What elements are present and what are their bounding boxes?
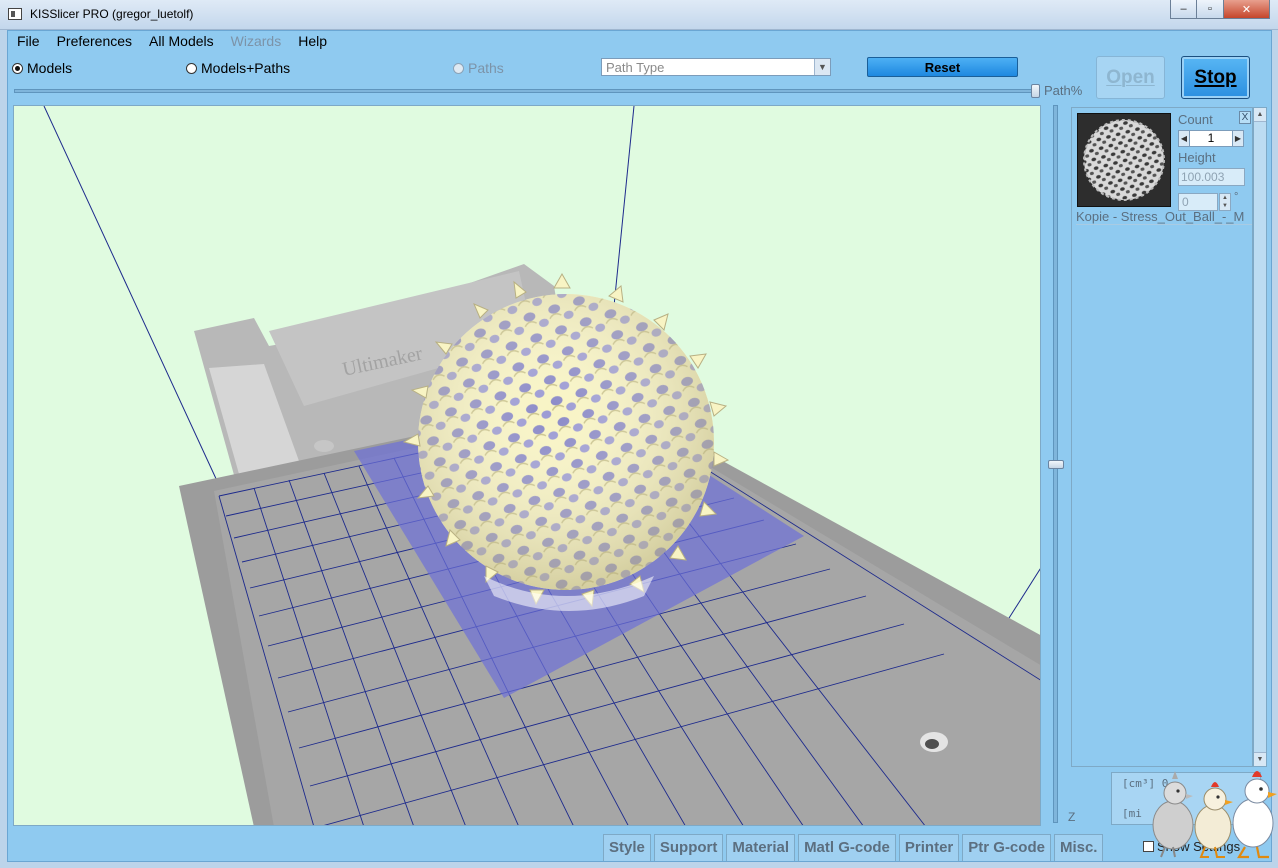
app-icon[interactable] [8,8,22,20]
increment-icon[interactable]: ▶ [1232,130,1244,147]
model-list-scrollbar[interactable]: ▲ ▼ [1253,107,1267,767]
tab-ptr-gcode[interactable]: Ptr G-code [962,834,1051,861]
chevron-down-icon[interactable]: ▼ [814,59,830,75]
radio-models-label: Models [27,60,73,76]
slider-thumb[interactable] [1031,84,1040,98]
chicken-mascot-cream [1194,782,1233,858]
spin-up-icon[interactable]: ▲ [1222,195,1228,201]
reset-button[interactable]: Reset [867,57,1018,77]
z-slider[interactable] [1047,105,1065,823]
scroll-up-icon[interactable]: ▲ [1254,108,1266,122]
radio-models[interactable]: Models [12,60,72,76]
tab-matl-gcode[interactable]: Matl G-code [798,834,896,861]
model-name: Kopie - Stress_Out_Ball_-_M [1076,209,1252,225]
menu-help[interactable]: Help [289,31,335,51]
maximize-button[interactable]: ▫ [1197,0,1224,19]
count-label: Count [1178,112,1213,127]
menu-wizards[interactable]: Wizards [222,31,290,51]
menu-preferences[interactable]: Preferences [48,31,140,51]
radio-dot[interactable] [453,62,464,74]
tab-misc[interactable]: Misc. [1053,834,1104,861]
cost-time: [mi [1122,807,1142,820]
z-slider-label: Z [1068,810,1076,824]
chicken-mascot-icon [1152,771,1277,859]
tab-style[interactable]: Style [603,834,651,861]
window-title: KISSlicer PRO (gregor_luetolf) [30,7,194,21]
open-button[interactable]: Open [1096,56,1165,99]
menu-all-models[interactable]: All Models [140,31,222,51]
count-value[interactable]: 1 [1190,130,1232,147]
degree-unit: ° [1234,191,1239,203]
slider-track[interactable] [14,89,1040,93]
radio-models-paths[interactable]: Models+Paths [186,60,290,76]
height-field[interactable]: 100.003 [1178,168,1245,186]
tab-material[interactable]: Material [726,834,796,861]
path-type-value: Path Type [606,60,665,75]
radio-models-paths-label: Models+Paths [201,60,291,76]
build-volume-edge [1003,568,1040,627]
chicken-mascot-gray [1152,771,1194,858]
decrement-icon[interactable]: ◀ [1178,130,1190,147]
chicken-mascot-white [1232,771,1277,859]
menu-file[interactable]: File [8,31,48,51]
remove-model-button[interactable]: X [1239,111,1251,124]
radio-paths-label: Paths [468,60,504,76]
tab-support[interactable]: Support [653,834,724,861]
radio-dot[interactable] [12,62,23,74]
bed-clip [314,440,334,452]
count-stepper[interactable]: ◀ 1 ▶ [1178,130,1244,147]
model-thumbnail-image [1078,114,1170,206]
path-type-select[interactable]: Path Type ▼ [601,58,831,76]
tab-printer[interactable]: Printer [898,834,960,861]
height-label: Height [1178,150,1216,165]
stop-button-label: Stop [1194,66,1237,88]
z-slider-thumb[interactable] [1048,459,1064,469]
path-percent-label: Path% [1044,83,1083,98]
bed-screw [920,732,948,752]
radio-dot[interactable] [186,62,197,74]
3d-viewport[interactable]: Ultimaker [13,105,1041,826]
build-volume-edge [43,106,225,497]
build-volume-edge [613,106,635,307]
stop-button[interactable]: Stop [1181,56,1250,99]
radio-paths[interactable]: Paths [453,60,504,76]
main-window: File Preferences All Models Wizards Help… [7,30,1277,862]
minimize-button[interactable]: ‒ [1170,0,1197,19]
open-button-label: Open [1106,66,1155,88]
close-window-button[interactable]: ✕ [1224,0,1270,19]
settings-tabs: Style Support Material Matl G-code Print… [603,834,1106,861]
path-percent-slider[interactable] [14,84,1040,98]
model-thumbnail[interactable] [1077,113,1171,207]
title-bar: KISSlicer PRO (gregor_luetolf) ‒ ▫ ✕ [0,0,1278,30]
scene-render[interactable]: Ultimaker [14,106,1041,826]
window-controls: ‒ ▫ ✕ [1170,0,1270,19]
menu-bar: File Preferences All Models Wizards Help [8,31,1271,51]
